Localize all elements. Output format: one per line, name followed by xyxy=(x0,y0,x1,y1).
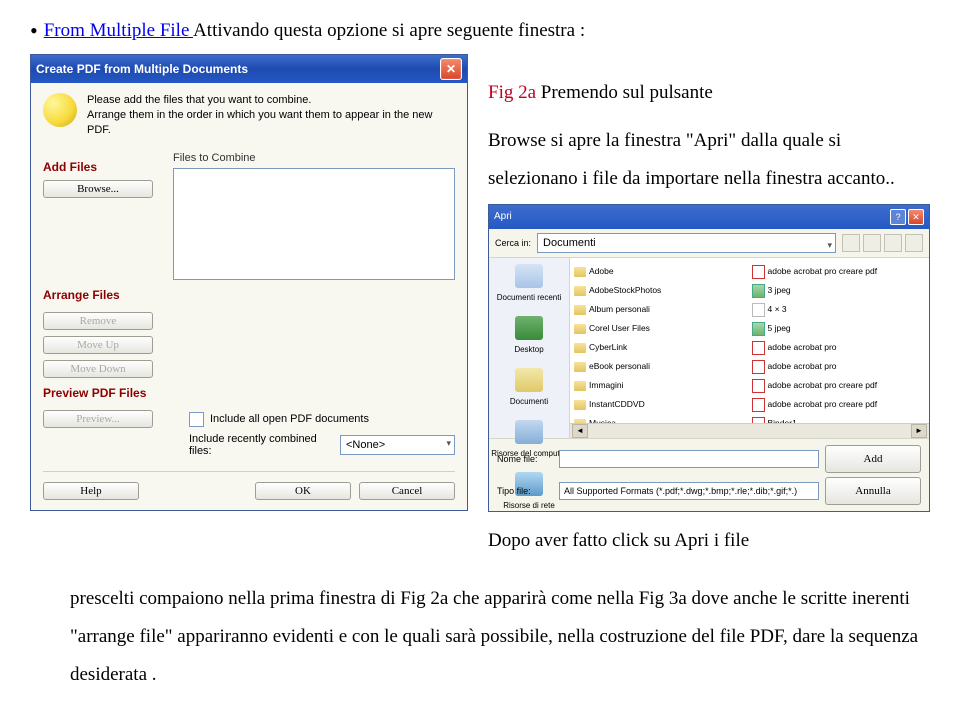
dialog-title: Create PDF from Multiple Documents xyxy=(36,62,440,76)
move-up-button[interactable]: Move Up xyxy=(43,336,153,354)
filetype-label: Tipo file: xyxy=(497,482,553,500)
file-item[interactable]: Binder1 xyxy=(752,414,926,423)
help-icon[interactable]: ? xyxy=(890,209,906,225)
file-icon xyxy=(752,417,765,424)
folder-item[interactable]: AdobeStockPhotos xyxy=(574,281,748,300)
folder-icon xyxy=(574,267,586,277)
newfolder-icon[interactable] xyxy=(884,234,902,252)
file-item[interactable]: adobe acrobat pro creare pdf xyxy=(752,376,926,395)
place-icon xyxy=(515,264,543,288)
dialog-instructions: Please add the files that you want to co… xyxy=(87,93,455,138)
folder-icon xyxy=(574,343,586,353)
place-icon xyxy=(515,420,543,444)
file-icon xyxy=(752,303,765,317)
include-recent-label: Include recently combined files: xyxy=(189,433,332,457)
place-icon xyxy=(515,316,543,340)
file-icon xyxy=(752,379,765,393)
lookin-label: Cerca in: xyxy=(495,234,531,252)
folder-item[interactable]: Musica xyxy=(574,414,748,423)
annulla-button[interactable]: Annulla xyxy=(825,477,921,505)
file-item[interactable]: 4 × 3 xyxy=(752,300,926,319)
right-line2: Browse si apre la finestra "Apri" dalla … xyxy=(488,122,930,198)
file-icon xyxy=(752,341,765,355)
move-down-button[interactable]: Move Down xyxy=(43,360,153,378)
intro-bullet: • From Multiple File Attivando questa op… xyxy=(30,20,930,42)
preview-button[interactable]: Preview... xyxy=(43,410,153,428)
folder-item[interactable]: Immagini xyxy=(574,376,748,395)
remove-button[interactable]: Remove xyxy=(43,312,153,330)
add-button[interactable]: Add xyxy=(825,445,921,473)
lightbulb-icon xyxy=(43,93,77,127)
create-pdf-dialog: Create PDF from Multiple Documents ✕ Ple… xyxy=(30,54,468,511)
bottom-paragraph: prescelti compaiono nella prima finestra… xyxy=(30,580,930,694)
close-icon[interactable]: ✕ xyxy=(440,58,462,80)
from-multiple-file-link[interactable]: From Multiple File xyxy=(44,20,193,41)
sidebar-item[interactable]: Documenti recenti xyxy=(497,264,561,306)
sidebar-item[interactable]: Desktop xyxy=(514,316,543,358)
apri-close-icon[interactable]: ✕ xyxy=(908,209,924,225)
file-icon xyxy=(752,265,765,279)
file-item[interactable]: 5 jpeg xyxy=(752,319,926,338)
file-item[interactable]: adobe acrobat pro creare pdf xyxy=(752,395,926,414)
arrange-files-label: Arrange Files xyxy=(43,288,455,302)
right-line1: Premendo sul pulsante xyxy=(536,82,713,103)
file-icon xyxy=(752,322,765,336)
titlebar: Create PDF from Multiple Documents ✕ xyxy=(31,55,467,83)
preview-label: Preview PDF Files xyxy=(43,386,455,400)
apri-title-text: Apri xyxy=(494,207,512,227)
folder-icon xyxy=(574,305,586,315)
sidebar-item-label: Desktop xyxy=(514,342,543,358)
filename-label: Nome file: xyxy=(497,450,553,468)
fig2a-label: Fig 2a xyxy=(488,82,536,103)
add-files-label: Add Files xyxy=(43,160,153,174)
file-item[interactable]: 3 jpeg xyxy=(752,281,926,300)
file-icon xyxy=(752,360,765,374)
folder-item[interactable]: Adobe xyxy=(574,262,748,281)
files-listbox[interactable] xyxy=(173,168,455,280)
scroll-left-icon[interactable]: ◄ xyxy=(572,424,588,438)
scroll-right-icon[interactable]: ► xyxy=(911,424,927,438)
lookin-dropdown[interactable]: Documenti xyxy=(537,233,836,253)
recent-dropdown[interactable]: <None> xyxy=(340,435,455,455)
folder-icon xyxy=(574,400,586,410)
after-apri-text: Dopo aver fatto click su Apri i file xyxy=(488,522,930,560)
folder-icon xyxy=(574,362,586,372)
file-list-area[interactable]: AdobeAdobeStockPhotosAlbum personaliCore… xyxy=(570,258,929,423)
intro-rest: Attivando questa opzione si apre seguent… xyxy=(193,20,585,41)
sidebar-item-label: Documenti recenti xyxy=(497,290,561,306)
sidebar-item[interactable]: Documenti xyxy=(510,368,548,410)
up-icon[interactable] xyxy=(863,234,881,252)
include-open-checkbox[interactable] xyxy=(189,412,204,427)
apri-dialog: Apri ? ✕ Cerca in: Documenti Documenti r… xyxy=(488,204,930,512)
file-item[interactable]: adobe acrobat pro creare pdf xyxy=(752,262,926,281)
include-open-label: Include all open PDF documents xyxy=(210,413,369,425)
folder-icon xyxy=(574,381,586,391)
filetype-dropdown[interactable]: All Supported Formats (*.pdf;*.dwg;*.bmp… xyxy=(559,482,819,500)
file-item[interactable]: adobe acrobat pro xyxy=(752,357,926,376)
files-combine-label: Files to Combine xyxy=(173,152,455,164)
sidebar-item-label: Documenti xyxy=(510,394,548,410)
folder-icon xyxy=(574,286,586,296)
file-icon xyxy=(752,398,765,412)
file-icon xyxy=(752,284,765,298)
bullet-dot: • xyxy=(30,20,38,42)
file-item[interactable]: adobe acrobat pro xyxy=(752,338,926,357)
folder-item[interactable]: eBook personali xyxy=(574,357,748,376)
folder-item[interactable]: Album personali xyxy=(574,300,748,319)
ok-button[interactable]: OK xyxy=(255,482,351,500)
views-icon[interactable] xyxy=(905,234,923,252)
filename-input[interactable] xyxy=(559,450,819,468)
cancel-button[interactable]: Cancel xyxy=(359,482,455,500)
place-icon xyxy=(515,368,543,392)
folder-item[interactable]: InstantCDDVD xyxy=(574,395,748,414)
back-icon[interactable] xyxy=(842,234,860,252)
browse-button[interactable]: Browse... xyxy=(43,180,153,198)
folder-icon xyxy=(574,324,586,334)
help-button[interactable]: Help xyxy=(43,482,139,500)
horizontal-scrollbar[interactable]: ◄ ► xyxy=(570,423,929,438)
folder-item[interactable]: CyberLink xyxy=(574,338,748,357)
folder-item[interactable]: Corel User Files xyxy=(574,319,748,338)
